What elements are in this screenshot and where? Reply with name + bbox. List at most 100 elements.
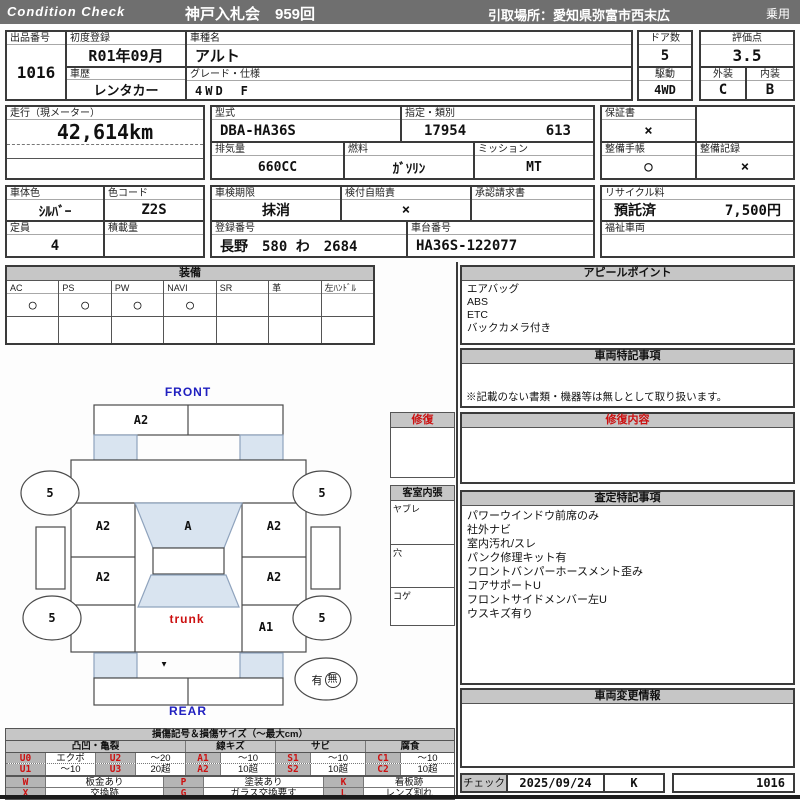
assessment-line: フロントサイドメンバー左U — [467, 594, 607, 606]
lot-number-value: 1016 — [16, 62, 56, 82]
score-box: 評価点 3.5 外装 C 内装 B — [699, 30, 795, 101]
cabin-row-burn: コゲ — [390, 588, 455, 626]
inspection-cell: 車検期限 抹消 — [212, 187, 342, 222]
change-info-title: 車両変更情報 — [462, 690, 793, 704]
cabin-row-tear: ヤブレ — [390, 501, 455, 545]
appeal-line: バックカメラ付き — [467, 322, 551, 334]
mark-door-right: A2 — [266, 570, 282, 584]
mileage-divider-solid — [7, 158, 203, 159]
headlight-right-shape — [239, 434, 284, 461]
exterior-grade-value: C — [718, 82, 728, 98]
equip-pw: PW ○ — [111, 281, 165, 316]
code-row: W 板金あり P 塗装あり K 看板跡 — [6, 777, 454, 788]
insurance-cell: 検付自賠責 × — [342, 187, 472, 222]
check-inspector: K — [603, 775, 663, 791]
cabin-row-hole: 穴 — [390, 545, 455, 588]
rear-center-mark: ▼ — [161, 659, 167, 669]
color-code-value: Z2S — [141, 202, 167, 218]
check-lot-box: 1016 — [672, 773, 795, 793]
brand-logo: Condition Check — [7, 4, 126, 19]
assessment-notes-box: 査定特記事項 パワーウインドウ前席のみ 社外ナビ 室内汚れ/スレ パンク修理キッ… — [460, 490, 795, 685]
special-notes-disclaimer: ※記載のない書類・機器等は無しとして取り扱います。 — [466, 391, 728, 403]
model-name-value: アルト — [195, 47, 240, 65]
color-code-cell: 色コード Z2S — [105, 187, 203, 222]
mark-trunk: trunk — [169, 612, 205, 626]
equip-navi: NAVI ○ — [164, 281, 217, 316]
body-color-value: ｼﾙﾊﾞｰ — [38, 204, 72, 220]
grade-cell: グレード・仕様 4WD F — [187, 68, 631, 99]
fuel-cell: 燃料 ｶﾞｿﾘﾝ — [345, 143, 475, 178]
mission-value: MT — [526, 159, 542, 175]
load-capacity-cell: 積載量 — [105, 222, 203, 256]
empty-doc-cell — [697, 107, 793, 143]
taillight-right-shape — [239, 652, 284, 679]
approval-value — [472, 200, 593, 220]
equip-sr: SR — [216, 281, 270, 316]
assessment-line: フロントバンパーホースメント歪み — [467, 566, 643, 578]
equipment-title: 装備 — [7, 267, 373, 281]
type-class-cell: 指定・類別 17954 613 — [402, 107, 593, 143]
mileage-value: 42,614km — [56, 120, 154, 144]
equipment-empty-row — [7, 317, 373, 343]
lot-number-label: 出品番号 — [7, 32, 65, 45]
capacity-value: 4 — [50, 237, 60, 254]
displacement-cell: 排気量 660CC — [212, 143, 345, 178]
doors-cell: ドア数 5 — [639, 32, 691, 68]
registration-number-cell: 登録番号 長野 580 わ 2684 — [212, 222, 408, 256]
repair-content-box: 修復内容 — [460, 412, 795, 484]
side-sill-left-shape — [35, 526, 66, 590]
taillight-left-shape — [93, 652, 138, 679]
equip-ac: AC ○ — [7, 281, 60, 316]
appeal-line: ABS — [467, 296, 489, 308]
load-capacity-value — [105, 235, 203, 256]
mark-fender-right: A2 — [266, 519, 282, 533]
repair-mini-box: 修復 — [390, 412, 455, 478]
appeal-points-title: アピールポイント — [462, 267, 793, 281]
maintenance-book-cell: 整備手帳 ○ — [602, 143, 697, 178]
recycle-fee-cell: リサイクル料 預託済 7,500円 — [602, 187, 793, 222]
wheel-mark: 5 — [46, 486, 54, 500]
repair-mini-body — [390, 428, 455, 478]
assessment-line: 室内汚れ/スレ — [467, 538, 537, 550]
spare-no-circled: 無 — [324, 672, 341, 688]
recycle-fee: 7,500円 — [724, 203, 781, 219]
auction-title: 神戸入札会 959回 — [185, 6, 316, 23]
check-date: 2025/09/24 — [519, 776, 592, 790]
approval-cell: 承認請求書 — [472, 187, 593, 222]
mileage-box: 走行（現メーター） 42,614km — [5, 105, 205, 180]
legend-data-row: U1 ～10 U3 20超 A2 10超 S2 10超 C2 10超 — [6, 764, 454, 775]
spare-tire-indicator: 有 無 — [296, 668, 356, 692]
model-name-cell: 車種名 アルト — [187, 32, 631, 68]
damage-legend-table: 損傷記号＆損傷サイズ（～最大cm） 凸凹・亀裂 線キズ サビ 腐食 U0 エクボ… — [5, 728, 455, 776]
capacity-cell: 定員 4 — [7, 222, 105, 256]
check-box: チェック 2025/09/24 K — [460, 773, 665, 793]
doors-value: 5 — [660, 47, 670, 64]
title-bar: Condition Check 神戸入札会 959回 引取場所：愛知県弥富市西末… — [0, 0, 800, 24]
inspection-value: 抹消 — [262, 203, 290, 219]
repair-content-title: 修復内容 — [462, 414, 793, 428]
appeal-line: ETC — [467, 309, 488, 321]
history-cell: 車歴 レンタカー — [67, 68, 187, 99]
model-code-value: DBA-HA36S — [220, 122, 296, 139]
change-info-box: 車両変更情報 — [460, 688, 795, 768]
mark-hood: A — [184, 519, 192, 533]
type-number: 17954 — [424, 122, 467, 139]
cabin-box: 客室内張 ヤブレ 穴 コゲ — [390, 485, 455, 626]
legend-group-corrosion: 腐食 — [366, 741, 454, 752]
rear-label: REAR — [168, 704, 208, 718]
equip-leather: 革 — [269, 281, 322, 316]
recycle-status: 預託済 — [614, 203, 656, 219]
legend-group-rust: サビ — [276, 741, 366, 752]
assessment-line: ウスキズ有り — [467, 608, 533, 620]
equip-ps: PS ○ — [59, 281, 112, 316]
equipment-table: 装備 AC ○ PS ○ PW ○ NAVI ○ SR 革 左ﾊﾝﾄﾞﾙ — [5, 265, 375, 345]
special-notes-title: 車両特記事項 — [462, 350, 793, 364]
legend-group-dent: 凸凹・亀裂 — [6, 741, 186, 752]
pickup-location: 引取場所：愛知県弥富市西末広 — [488, 8, 671, 23]
grade-value: 4WD F — [195, 83, 251, 98]
windshield-shape — [152, 547, 225, 575]
doors-drive-box: ドア数 5 駆動 4WD — [637, 30, 693, 101]
warranty-cell: 保証書 × — [602, 107, 697, 143]
assessment-line: コアサポートU — [467, 580, 541, 592]
warranty-value: × — [644, 122, 653, 139]
